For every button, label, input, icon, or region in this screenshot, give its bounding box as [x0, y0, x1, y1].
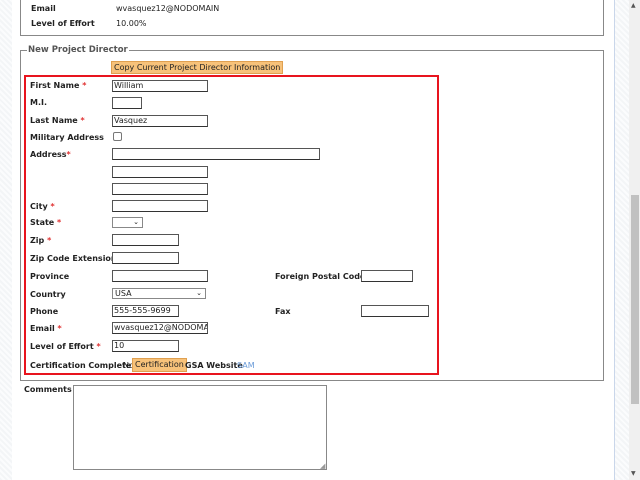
address-label: Address*	[30, 150, 71, 159]
city-input[interactable]	[112, 200, 208, 212]
comments-textarea[interactable]	[73, 385, 327, 470]
last-name-input[interactable]: Vasquez	[112, 115, 208, 127]
effort-input[interactable]: 10	[112, 340, 179, 352]
zip-label: Zip *	[30, 236, 52, 245]
foreign-postal-label: Foreign Postal Code	[275, 272, 366, 281]
email-label: Email *	[30, 324, 62, 333]
scroll-down-icon[interactable]: ▼	[631, 470, 636, 477]
address-line1-input[interactable]	[112, 148, 320, 160]
current-email-label: Email	[31, 4, 56, 13]
current-email-value: wvasquez12@NODOMAIN	[116, 4, 220, 13]
country-label: Country	[30, 290, 66, 299]
scrollbar-thumb[interactable]	[631, 195, 639, 404]
resize-handle-icon[interactable]: ◢	[320, 462, 325, 470]
email-input[interactable]: wvasquez12@NODOMAIN	[112, 322, 208, 334]
zip-input[interactable]	[112, 234, 179, 246]
sam-link[interactable]: SAM	[237, 361, 255, 370]
chevron-down-icon: ⌄	[133, 218, 139, 226]
state-select[interactable]: ⌄	[112, 217, 143, 228]
fax-input[interactable]	[361, 305, 429, 317]
zip-extension-input[interactable]	[112, 252, 179, 264]
state-label: State *	[30, 218, 62, 227]
mi-label: M.I.	[30, 98, 48, 107]
province-label: Province	[30, 272, 70, 281]
current-director-section	[20, 0, 604, 36]
highlight-box	[24, 75, 439, 375]
mi-input[interactable]	[112, 97, 142, 109]
gsa-website-label: GSA Website	[185, 361, 243, 370]
fax-label: Fax	[275, 307, 291, 316]
city-label: City *	[30, 202, 55, 211]
foreign-postal-input[interactable]	[361, 270, 413, 282]
military-address-label: Military Address	[30, 133, 104, 142]
certification-button[interactable]: Certification	[132, 358, 187, 372]
new-director-legend: New Project Director	[27, 45, 129, 55]
chevron-down-icon: ⌄	[196, 289, 202, 297]
first-name-label: First Name *	[30, 81, 87, 90]
country-value: USA	[115, 289, 132, 298]
zip-extension-label: Zip Code Extension	[30, 254, 117, 263]
current-effort-label: Level of Effort	[31, 19, 95, 28]
current-effort-value: 10.00%	[116, 19, 147, 28]
right-margin	[614, 0, 629, 480]
country-select[interactable]: USA ⌄	[112, 288, 206, 299]
left-margin	[0, 0, 12, 480]
certification-label: Certification Complete	[30, 361, 132, 370]
phone-input[interactable]: 555-555-9699	[112, 305, 179, 317]
comments-label: Comments	[24, 385, 72, 394]
first-name-input[interactable]: William	[112, 80, 208, 92]
phone-label: Phone	[30, 307, 59, 316]
address-line2-input[interactable]	[112, 166, 208, 178]
copy-director-button[interactable]: Copy Current Project Director Informatio…	[111, 61, 284, 74]
scrollbar[interactable]: ▲ ▼	[629, 0, 640, 480]
address-line3-input[interactable]	[112, 183, 208, 195]
province-input[interactable]	[112, 270, 208, 282]
effort-label: Level of Effort *	[30, 342, 101, 351]
scroll-up-icon[interactable]: ▲	[631, 2, 636, 9]
last-name-label: Last Name *	[30, 116, 85, 125]
military-address-checkbox[interactable]	[113, 132, 122, 141]
